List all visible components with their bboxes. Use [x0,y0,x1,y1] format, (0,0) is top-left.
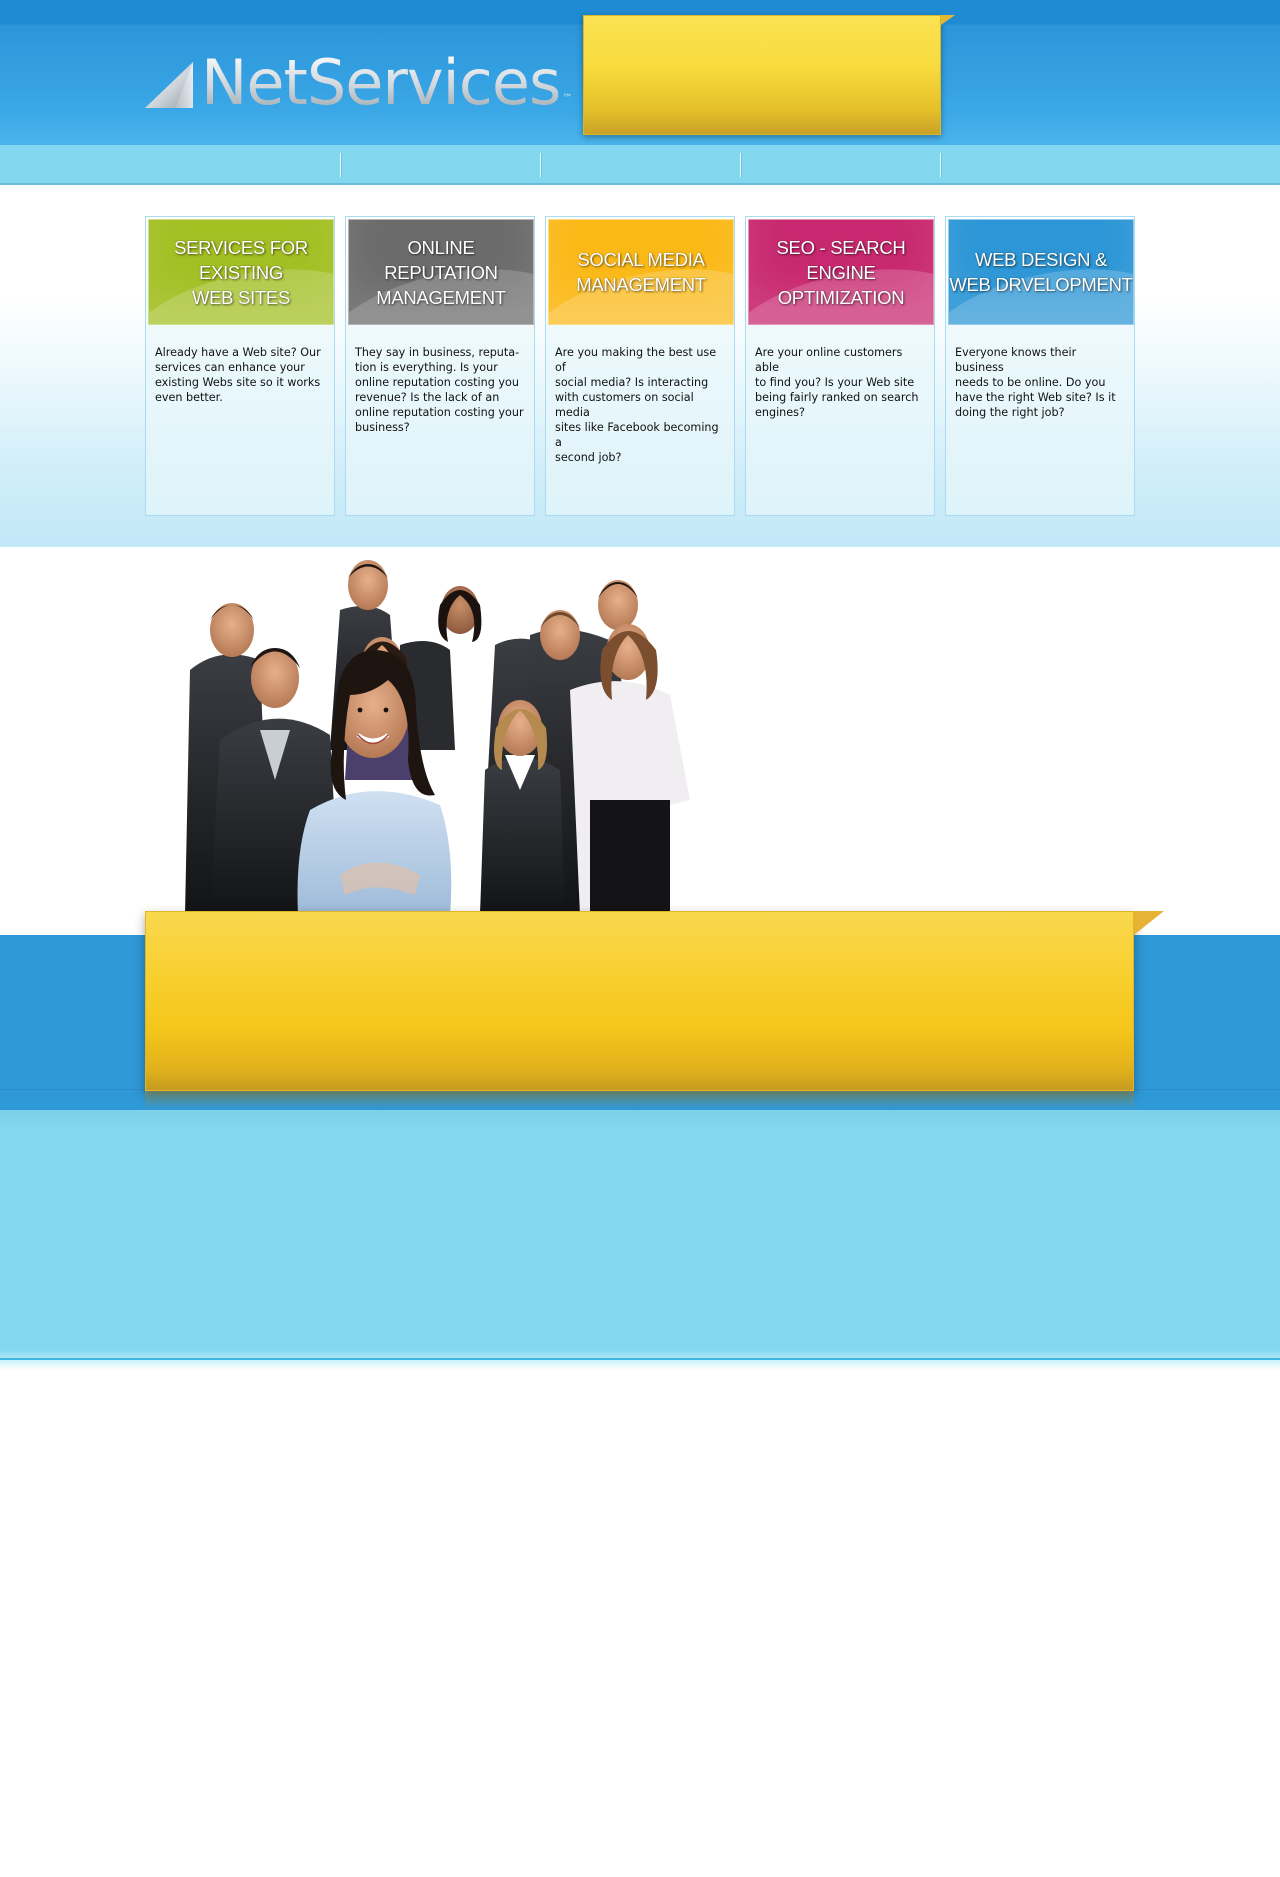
service-card-title: ONLINE REPUTATION MANAGEMENT [376,236,506,308]
service-card-description: Everyone knows their business needs to b… [955,346,1116,419]
footer-band-glow [0,1360,1280,1370]
service-card-description: They say in business, reputa- tion is ev… [355,346,524,434]
main-nav [0,145,1280,185]
page: NetServices ™ SERVICES FOR EXISTING WEB … [0,0,1280,1877]
service-card-social-media[interactable]: SOCIAL MEDIA MANAGEMENT Are you making t… [545,216,735,516]
team-photo [185,560,690,915]
service-card-seo[interactable]: SEO - SEARCH ENGINE OPTIMIZATION Are you… [745,216,935,516]
feature-note-fold [1134,911,1164,935]
logo[interactable]: NetServices ™ [145,50,572,116]
service-card-description: Already have a Web site? Our services ca… [155,346,321,404]
service-card-existing-sites[interactable]: SERVICES FOR EXISTING WEB SITES Already … [145,216,335,516]
service-card-title: WEB DESIGN & WEB DRVELOPMENT [949,249,1133,295]
nav-divider [340,153,341,177]
feature-note-shadow [145,1091,1134,1109]
service-card-description: Are your online customers able to find y… [755,346,919,419]
service-card-description: Are you making the best use of social me… [555,346,719,464]
header-note-fold [941,15,955,25]
service-card-header[interactable]: SOCIAL MEDIA MANAGEMENT [548,219,734,325]
nav-item-3[interactable] [541,145,740,183]
service-card-header[interactable]: WEB DESIGN & WEB DRVELOPMENT [948,219,1134,325]
feature-sticky-note [145,911,1134,1091]
service-card-header[interactable]: SEO - SEARCH ENGINE OPTIMIZATION [748,219,934,325]
service-card-title: SEO - SEARCH ENGINE OPTIMIZATION [776,236,906,308]
service-cards: SERVICES FOR EXISTING WEB SITES Already … [145,216,1135,516]
footer-band [0,1110,1280,1360]
nav-item-5[interactable] [941,145,1279,183]
nav-divider [540,153,541,177]
header-sticky-note [583,15,941,135]
service-card-title: SERVICES FOR EXISTING WEB SITES [174,236,308,308]
service-card-title: SOCIAL MEDIA MANAGEMENT [576,249,706,295]
nav-item-4[interactable] [741,145,940,183]
service-card-web-design[interactable]: WEB DESIGN & WEB DRVELOPMENT Everyone kn… [945,216,1135,516]
nav-item-1[interactable] [0,145,340,183]
service-card-header[interactable]: ONLINE REPUTATION MANAGEMENT [348,219,534,325]
nav-divider [940,153,941,177]
brand-name: NetServices [201,46,561,119]
trademark-symbol: ™ [562,93,573,104]
site-header: NetServices ™ [0,0,1280,145]
logo-triangle-icon [145,62,193,108]
nav-item-2[interactable] [341,145,540,183]
nav-divider [740,153,741,177]
service-card-header[interactable]: SERVICES FOR EXISTING WEB SITES [148,219,334,325]
service-card-reputation[interactable]: ONLINE REPUTATION MANAGEMENT They say in… [345,216,535,516]
